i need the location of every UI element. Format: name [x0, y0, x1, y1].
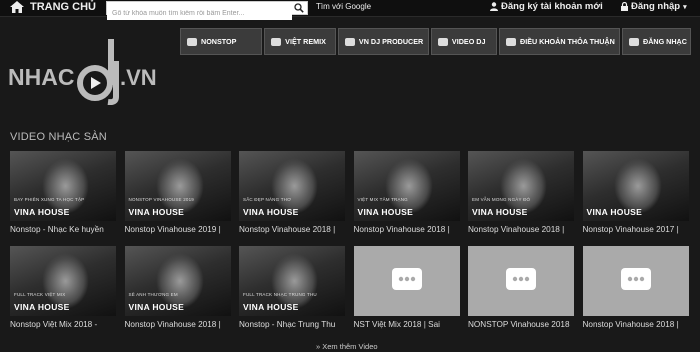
register-label: Đăng ký tài khoản mới [501, 1, 603, 12]
video-card[interactable]: SẼ ANH THƯƠNG EM VINA HOUSE Nonstop Vina… [124, 246, 231, 329]
video-card[interactable]: VINA HOUSE Nonstop Vinahouse 2017 | [582, 151, 689, 234]
video-title[interactable]: Nonstop - Nhạc Ke huyền [10, 225, 116, 234]
nav-terms[interactable]: ĐIỀU KHOẢN THỎA THUẬN [499, 28, 620, 55]
thumbnail-watermark: VINA HOUSE [14, 302, 70, 312]
nav-label: VIDEO DJ [451, 37, 486, 46]
home-link[interactable]: TRANG CHỦ [10, 1, 96, 13]
thumbnail-caption: SẼ ANH THƯƠNG EM [128, 292, 178, 297]
video-thumbnail[interactable]: SẼ ANH THƯƠNG EM VINA HOUSE [124, 246, 231, 316]
nav-label: ĐIỀU KHOẢN THỎA THUẬN [520, 37, 615, 46]
nav-vn-dj-producer[interactable]: VN DJ PRODUCER [337, 28, 429, 55]
video-title[interactable]: Nonstop Vinahouse 2018 | [354, 225, 460, 234]
chat-bubble-icon [391, 268, 422, 290]
video-card[interactable]: NONSTOP Vinahouse 2018 [468, 246, 574, 329]
video-title[interactable]: NONSTOP Vinahouse 2018 [468, 320, 574, 329]
thumbnail-caption: SẮC ĐẸP NÀNG THƠ [243, 197, 292, 202]
nav-nonstop[interactable]: NONSTOP [180, 28, 263, 55]
video-thumbnail[interactable] [353, 246, 460, 316]
chat-bubble-icon [620, 268, 651, 290]
chevron-down-icon: ▾ [683, 3, 687, 11]
thumbnail-watermark: VINA HOUSE [357, 207, 414, 217]
video-card[interactable]: Nonstop Vinahouse 2018 | [582, 246, 689, 329]
search-input[interactable] [107, 7, 292, 20]
more-videos-link[interactable]: » Xem thêm Video [316, 342, 378, 351]
video-title[interactable]: Nonstop Vinahouse 2019 | [125, 225, 231, 234]
thumbnail-caption: FULL TRACK VIỆT MIX [14, 292, 66, 297]
video-thumbnail[interactable]: VIỆT MIX TÂM TRẠNG VINA HOUSE [353, 151, 460, 221]
register-link[interactable]: Đăng ký tài khoản mới [490, 1, 603, 12]
nav-video-dj[interactable]: VIDEO DJ [430, 28, 497, 55]
video-title[interactable]: Nonstop Việt Mix 2018 - [10, 320, 116, 329]
svg-text:NHAC: NHAC [8, 64, 74, 90]
video-card[interactable]: BAY PHIÊN XUNG TA HỌC TẬP VINA HOUSE Non… [10, 151, 116, 234]
video-title[interactable]: NST Việt Mix 2018 | Sai [354, 320, 460, 329]
lock-icon [621, 2, 628, 11]
home-icon [10, 1, 24, 13]
video-thumbnail[interactable]: EM VẪN MONG NGÀY ĐÓ VINA HOUSE [468, 151, 574, 221]
top-bar: TRANG CHỦ Tìm với Google Đăng ký tài kho… [0, 0, 700, 20]
video-thumbnail[interactable]: BAY PHIÊN XUNG TA HỌC TẬP VINA HOUSE [10, 151, 116, 221]
video-thumbnail[interactable] [468, 246, 574, 316]
thumbnail-watermark: VINA HOUSE [128, 207, 185, 217]
thumbnail-caption: NONSTOP VINAHOUSE 2019 [128, 197, 195, 202]
site-logo[interactable]: NHAC .VN [8, 35, 168, 106]
main-nav: NONSTOP VIỆT REMIX VN DJ PRODUCER VIDEO … [180, 28, 691, 55]
thumbnail-watermark: VINA HOUSE [586, 207, 643, 217]
video-card[interactable]: FULL TRACK VIỆT MIX VINA HOUSE Nonstop V… [10, 246, 116, 329]
nav-upload[interactable]: ĐĂNG NHẠC [622, 28, 691, 55]
nav-label: VN DJ PRODUCER [358, 37, 424, 46]
video-card[interactable]: FULL TRACK NHẠC TRUNG THU VINA HOUSE Non… [239, 246, 345, 329]
video-icon [437, 37, 448, 46]
video-card[interactable]: VIỆT MIX TÂM TRẠNG VINA HOUSE Nonstop Vi… [353, 151, 460, 234]
chat-bubble-icon [506, 268, 536, 290]
search-icon[interactable] [294, 3, 304, 13]
thumbnail-caption: EM VẪN MONG NGÀY ĐÓ [472, 197, 531, 202]
video-card[interactable]: SẮC ĐẸP NÀNG THƠ VINA HOUSE Nonstop Vina… [239, 151, 345, 234]
video-title[interactable]: Nonstop Vinahouse 2018 | [583, 320, 689, 329]
home-label: TRANG CHỦ [30, 1, 96, 13]
thumbnail-caption: FULL TRACK NHẠC TRUNG THU [243, 292, 317, 297]
thumbnail-watermark: VINA HOUSE [14, 207, 70, 217]
svg-text:.VN: .VN [120, 65, 157, 90]
document-icon [506, 37, 516, 46]
login-link[interactable]: Đăng nhập ▾ [621, 1, 687, 12]
thumbnail-caption: BAY PHIÊN XUNG TA HỌC TẬP [14, 197, 85, 202]
thumbnail-watermark: VINA HOUSE [472, 207, 528, 217]
video-card[interactable]: NONSTOP VINAHOUSE 2019 VINA HOUSE Nonsto… [124, 151, 231, 234]
video-card[interactable]: EM VẪN MONG NGÀY ĐÓ VINA HOUSE Nonstop V… [468, 151, 574, 234]
video-title[interactable]: Nonstop Vinahouse 2018 | [125, 320, 231, 329]
section-title: VIDEO NHẠC SÀN [10, 131, 107, 143]
upload-icon [629, 37, 639, 46]
video-thumbnail[interactable]: VINA HOUSE [582, 151, 689, 221]
user-icon [490, 2, 498, 11]
thumbnail-watermark: VINA HOUSE [243, 302, 299, 312]
nav-label: NONSTOP [201, 37, 237, 46]
video-thumbnail[interactable]: SẮC ĐẸP NÀNG THƠ VINA HOUSE [239, 151, 345, 221]
video-title[interactable]: Nonstop Vinahouse 2017 | [583, 225, 689, 234]
video-thumbnail[interactable]: FULL TRACK VIỆT MIX VINA HOUSE [10, 246, 116, 316]
video-card[interactable]: NST Việt Mix 2018 | Sai [353, 246, 460, 329]
nhacdj-logo: NHAC .VN [8, 39, 157, 106]
login-label: Đăng nhập [631, 1, 681, 12]
video-title[interactable]: Nonstop Vinahouse 2018 | [239, 225, 345, 234]
video-title[interactable]: Nonstop - Nhạc Trung Thu [239, 320, 345, 329]
video-thumbnail[interactable] [582, 246, 689, 316]
search-box [106, 1, 308, 20]
disc-icon [271, 37, 282, 46]
google-search-link[interactable]: Tìm với Google [316, 2, 371, 11]
nav-label: VIỆT REMIX [285, 37, 326, 46]
nav-label: ĐĂNG NHẠC [643, 37, 687, 46]
video-thumbnail[interactable]: FULL TRACK NHẠC TRUNG THU VINA HOUSE [239, 246, 345, 316]
video-thumbnail[interactable]: NONSTOP VINAHOUSE 2019 VINA HOUSE [124, 151, 231, 221]
user-icon [344, 37, 355, 46]
thumbnail-watermark: VINA HOUSE [128, 302, 185, 312]
nav-viet-remix[interactable]: VIỆT REMIX [264, 28, 336, 55]
video-title[interactable]: Nonstop Vinahouse 2018 | [468, 225, 574, 234]
thumbnail-watermark: VINA HOUSE [243, 207, 299, 217]
thumbnail-caption: VIỆT MIX TÂM TRẠNG [357, 197, 408, 202]
disc-icon [187, 37, 197, 46]
video-grid: BAY PHIÊN XUNG TA HỌC TẬP VINA HOUSE Non… [10, 151, 690, 329]
